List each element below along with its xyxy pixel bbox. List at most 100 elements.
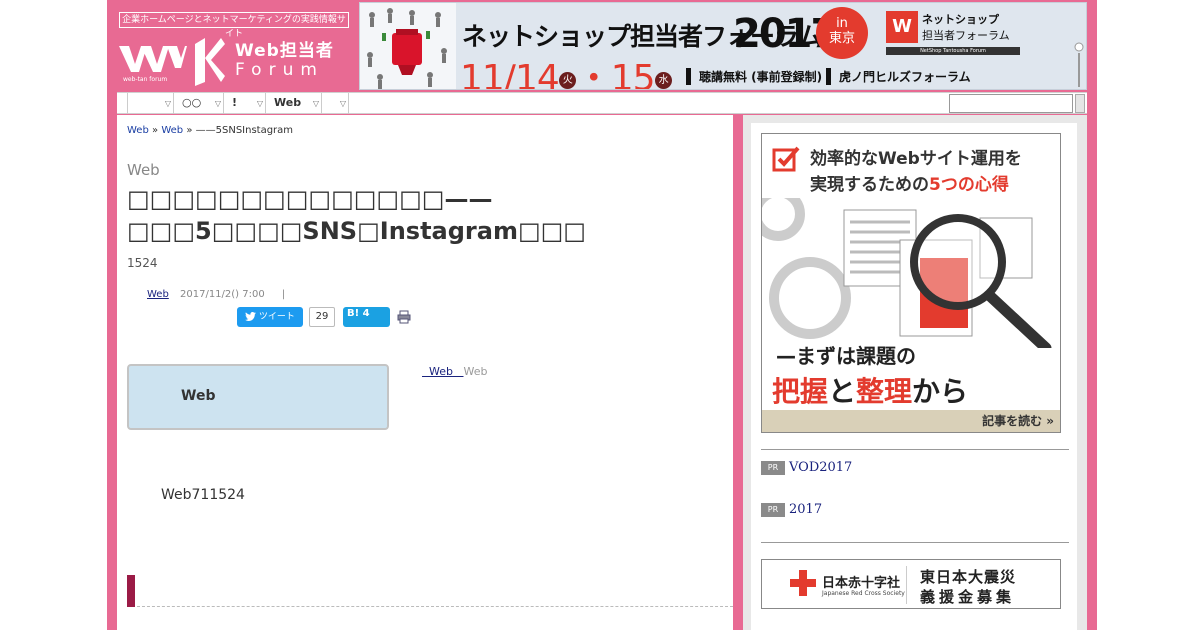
article-kicker: Web — [127, 161, 160, 179]
meta-separator: | — [281, 289, 286, 300]
ad-headline-2a: 実現するための — [810, 175, 929, 195]
article-lead: Web711524 — [161, 487, 245, 503]
banner-scrollbar[interactable] — [1074, 41, 1084, 89]
sidebar: 効率的なWebサイト運用を 実現するための5つの心得 —まずは課題の 把握と整理… — [743, 115, 1087, 630]
sidebar-ad[interactable]: 効率的なWebサイト運用を 実現するための5つの心得 —まずは課題の 把握と整理… — [761, 133, 1061, 433]
event-banner[interactable]: ネットショップ担当者フォーラム 2017 in 東京 W ネットショップ 担当者… — [359, 2, 1087, 90]
breadcrumb-link-2[interactable]: Web — [161, 125, 183, 136]
banner-logo-bar: NetShop Tantousha Forum — [886, 47, 1020, 55]
hatena-bookmark-button[interactable]: B! 4 — [343, 307, 390, 327]
nav-item-3-label: ! — [232, 96, 238, 109]
cart-icon: W — [886, 11, 918, 43]
print-icon[interactable] — [397, 310, 411, 324]
banner-date1: 11/14 — [460, 58, 560, 90]
red-cross-icon — [790, 570, 816, 596]
nav-item-2-label: ○○ — [182, 96, 202, 109]
ad-read-more[interactable]: 記事を読む » — [762, 410, 1060, 432]
nav-item-4-label: Web — [274, 96, 302, 109]
article-count: 1524 — [127, 256, 158, 270]
ad-tagline-b: と — [828, 375, 857, 408]
nav-item-4[interactable]: Web ▽ — [266, 93, 322, 114]
sidebar-divider — [761, 542, 1069, 543]
breadcrumb-link-1[interactable]: Web — [127, 125, 149, 136]
tweet-label: ツイート — [258, 312, 295, 322]
red-cross-divider — [906, 566, 907, 604]
red-cross-message-1: 東日本大震災 — [920, 568, 1017, 586]
ad-headline-2: 実現するための5つの心得 — [810, 170, 1009, 195]
banner-free-admission: 聴講無料 (事前登録制) — [686, 68, 822, 85]
twitter-bird-icon — [245, 312, 256, 321]
pr-item[interactable]: PR 2017 — [761, 499, 822, 517]
ad-headline-1: 効率的なWebサイト運用を — [810, 149, 1022, 169]
banner-city: 東京 — [828, 31, 855, 46]
ad-tagline-c: 整理 — [856, 375, 913, 408]
chevron-down-icon: ▽ — [214, 99, 221, 108]
breadcrumb-separator: » — [186, 125, 193, 136]
banner-date2: 15 — [610, 58, 656, 90]
global-nav: ▽ ○○ ▽ ! ▽ Web ▽ ▽ — [117, 92, 1087, 114]
hatena-label: B! — [347, 308, 360, 319]
red-cross-banner[interactable]: 日本赤十字社 Japanese Red Cross Society 東日本大震災… — [761, 559, 1061, 609]
chevron-down-icon: ▽ — [339, 99, 346, 108]
pr-badge: PR — [761, 460, 785, 475]
tweet-button[interactable]: ツイート — [237, 307, 303, 327]
breadcrumb-current: ——5SNSInstagram — [195, 125, 294, 136]
pr-badge: PR — [761, 502, 785, 517]
logo-title: Web担当者 — [235, 41, 334, 61]
article-date: 2017/11/2() 7:00 — [180, 289, 265, 300]
crowd-illustration-icon — [360, 3, 456, 89]
meta-category-link[interactable]: Web — [147, 289, 169, 300]
checkbox-icon — [772, 146, 800, 172]
red-cross-name: 日本赤十字社 — [822, 576, 901, 591]
banner-logo-line1: ネットショップ — [922, 13, 999, 26]
ad-headline-2b: 5つの心得 — [929, 175, 1009, 195]
banner-dow1: 火 — [558, 71, 576, 89]
search-input[interactable] — [949, 94, 1073, 113]
search-button[interactable] — [1075, 94, 1085, 113]
ad-tagline: 把握と整理から — [772, 370, 968, 410]
nav-item-1[interactable]: ▽ — [128, 93, 174, 114]
main-content: Web » Web » ——5SNSInstagram Web □□□□□□□□… — [117, 115, 733, 630]
related-text: Web — [463, 365, 488, 378]
sidebar-inner: 効率的なWebサイト運用を 実現するための5つの心得 —まずは課題の 把握と整理… — [751, 123, 1077, 630]
chevron-down-icon: ▽ — [164, 99, 171, 108]
netshop-forum-logo: W ネットショップ 担当者フォーラム NetShop Tantousha For… — [886, 9, 1022, 55]
related-link[interactable]: Web — [422, 365, 463, 378]
banner-logo-line2: 担当者フォーラム — [922, 29, 1010, 42]
banner-date-sep: ・ — [575, 58, 612, 90]
section-box[interactable]: Web — [127, 364, 389, 430]
logo-subtext: web-tan forum — [123, 76, 168, 83]
tweet-count: 29 — [309, 307, 335, 327]
pr-item[interactable]: PR VOD2017 — [761, 457, 852, 475]
logo-k-icon — [195, 38, 225, 86]
hatena-count: 4 — [362, 308, 370, 319]
related-link-label: Web — [429, 365, 453, 378]
chevron-down-icon: ▽ — [256, 99, 263, 108]
nav-item-2[interactable]: ○○ ▽ — [174, 93, 224, 114]
nav-item-5[interactable]: ▽ — [322, 93, 349, 114]
banner-dow2: 水 — [654, 71, 672, 89]
nav-spacer — [117, 93, 128, 114]
nav-item-3[interactable]: ! ▽ — [224, 93, 266, 114]
site-logo[interactable]: 企業ホームページとネットマーケティングの実践情報サイト web-tan foru… — [117, 6, 357, 88]
pr-link[interactable]: 2017 — [789, 502, 822, 517]
logo-mark-icon — [119, 46, 187, 72]
related-info: Web Web — [422, 365, 487, 378]
pr-link[interactable]: VOD2017 — [789, 460, 852, 475]
ad-subline: —まずは課題の — [776, 344, 916, 368]
section-heading-bar — [127, 575, 135, 607]
sidebar-divider — [761, 449, 1069, 450]
page-frame: 企業ホームページとネットマーケティングの実践情報サイト web-tan foru… — [107, 0, 1097, 630]
magnifier-documents-icon — [762, 198, 1052, 348]
article-title: □□□□□□□□□□□□□□——□□□5□□□□SNS□Instagram□□□ — [127, 185, 586, 245]
banner-venue: 虎ノ門ヒルズフォーラム — [826, 68, 971, 85]
section-box-label: Web — [181, 388, 216, 404]
red-cross-name-en: Japanese Red Cross Society — [822, 590, 905, 597]
site-header: 企業ホームページとネットマーケティングの実践情報サイト web-tan foru… — [107, 0, 1097, 92]
banner-in-label: in — [836, 16, 848, 31]
breadcrumb-separator: » — [152, 125, 159, 136]
chevron-down-icon: ▽ — [312, 99, 319, 108]
article-meta: Web 2017/11/2() 7:00 | — [147, 289, 285, 300]
ad-tagline-d: から — [912, 375, 969, 408]
logo-forum: Forum — [235, 60, 324, 80]
